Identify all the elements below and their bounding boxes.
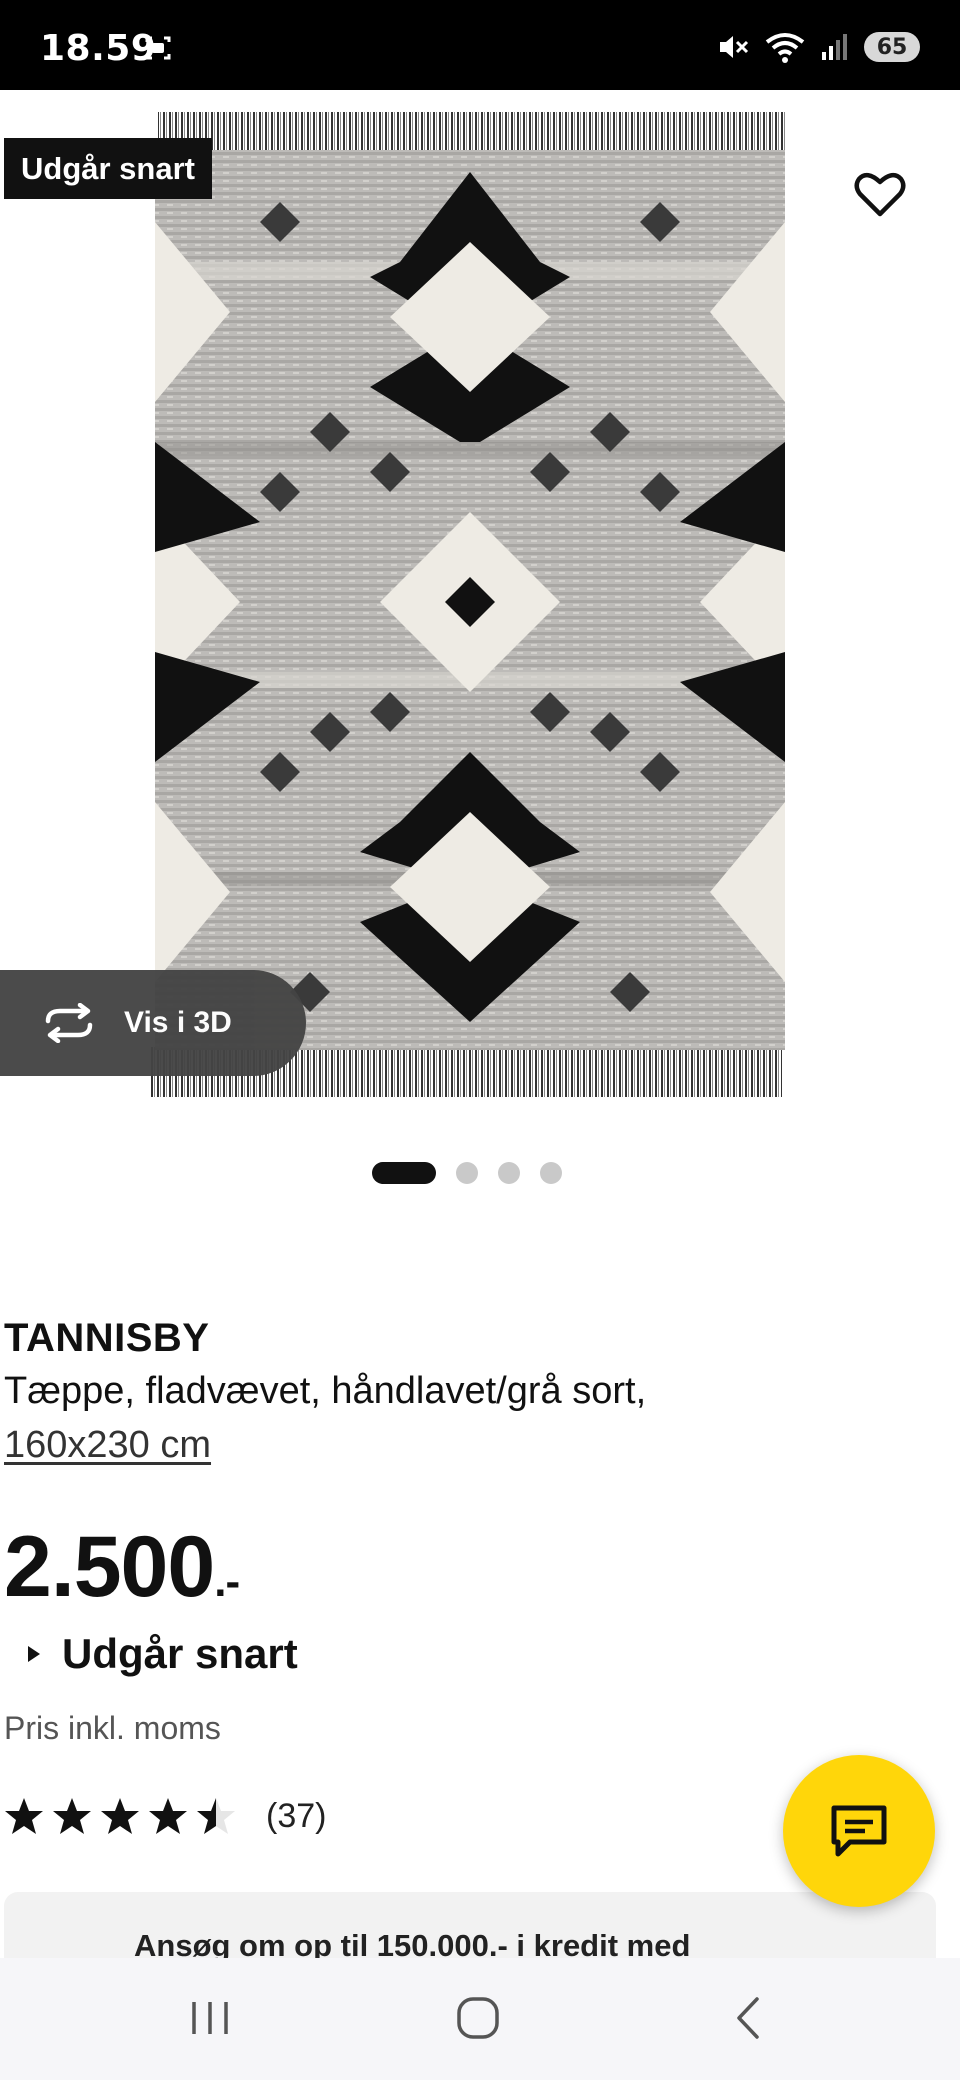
product-size-link[interactable]: 160x230 cm	[4, 1424, 211, 1467]
chat-button[interactable]	[783, 1755, 935, 1907]
product-image[interactable]	[150, 112, 790, 1102]
price-suffix: .-	[214, 1557, 240, 1606]
product-description: Tæppe, fladvævet, håndlavet/grå sort,	[4, 1370, 647, 1412]
mute-icon	[720, 36, 749, 58]
product-price: 2.500.-	[4, 1518, 240, 1617]
availability-toggle[interactable]: Udgår snart	[28, 1630, 298, 1678]
triangle-right-icon	[28, 1646, 40, 1662]
status-bar: 18.59 65	[0, 0, 960, 90]
availability-label: Udgår snart	[62, 1630, 298, 1677]
home-button[interactable]	[448, 1988, 508, 2048]
home-icon	[457, 1997, 499, 2039]
vat-note: Pris inkl. moms	[4, 1710, 221, 1746]
gallery-dot[interactable]	[456, 1162, 478, 1184]
status-time: 18.59	[40, 28, 157, 69]
back-icon	[737, 1997, 759, 2039]
gallery-dot[interactable]	[498, 1162, 520, 1184]
system-nav-bar	[0, 1958, 960, 2080]
rating-count: (37)	[266, 1796, 327, 1835]
star-full-icon	[101, 1798, 139, 1834]
star-full-icon	[5, 1798, 43, 1834]
back-button[interactable]	[718, 1988, 778, 2048]
discontinued-badge: Udgår snart	[4, 138, 212, 199]
signal-icon	[822, 34, 847, 60]
recents-icon	[192, 2002, 228, 2034]
status-icons: 65	[716, 30, 920, 64]
wifi-icon	[765, 33, 805, 63]
gallery-pagination	[372, 1162, 562, 1184]
chat-bubble-icon	[831, 1805, 887, 1857]
price-main: 2.500	[4, 1519, 215, 1615]
product-name: TANNISBY	[4, 1316, 210, 1360]
gallery-dot[interactable]	[372, 1162, 436, 1184]
screen-capture-icon	[145, 36, 171, 60]
rotate-3d-icon	[45, 1003, 93, 1043]
heart-outline-icon	[854, 172, 906, 217]
favorite-button[interactable]	[848, 162, 912, 226]
recents-button[interactable]	[180, 1988, 240, 2048]
gallery-dot[interactable]	[540, 1162, 562, 1184]
battery-indicator: 65	[864, 32, 920, 62]
star-half-icon	[197, 1798, 235, 1834]
view-in-3d-label: Vis i 3D	[124, 1006, 232, 1039]
star-full-icon	[149, 1798, 187, 1834]
view-in-3d-button[interactable]: Vis i 3D	[0, 970, 306, 1076]
product-rating[interactable]: (37)	[4, 1796, 326, 1836]
star-full-icon	[53, 1798, 91, 1834]
